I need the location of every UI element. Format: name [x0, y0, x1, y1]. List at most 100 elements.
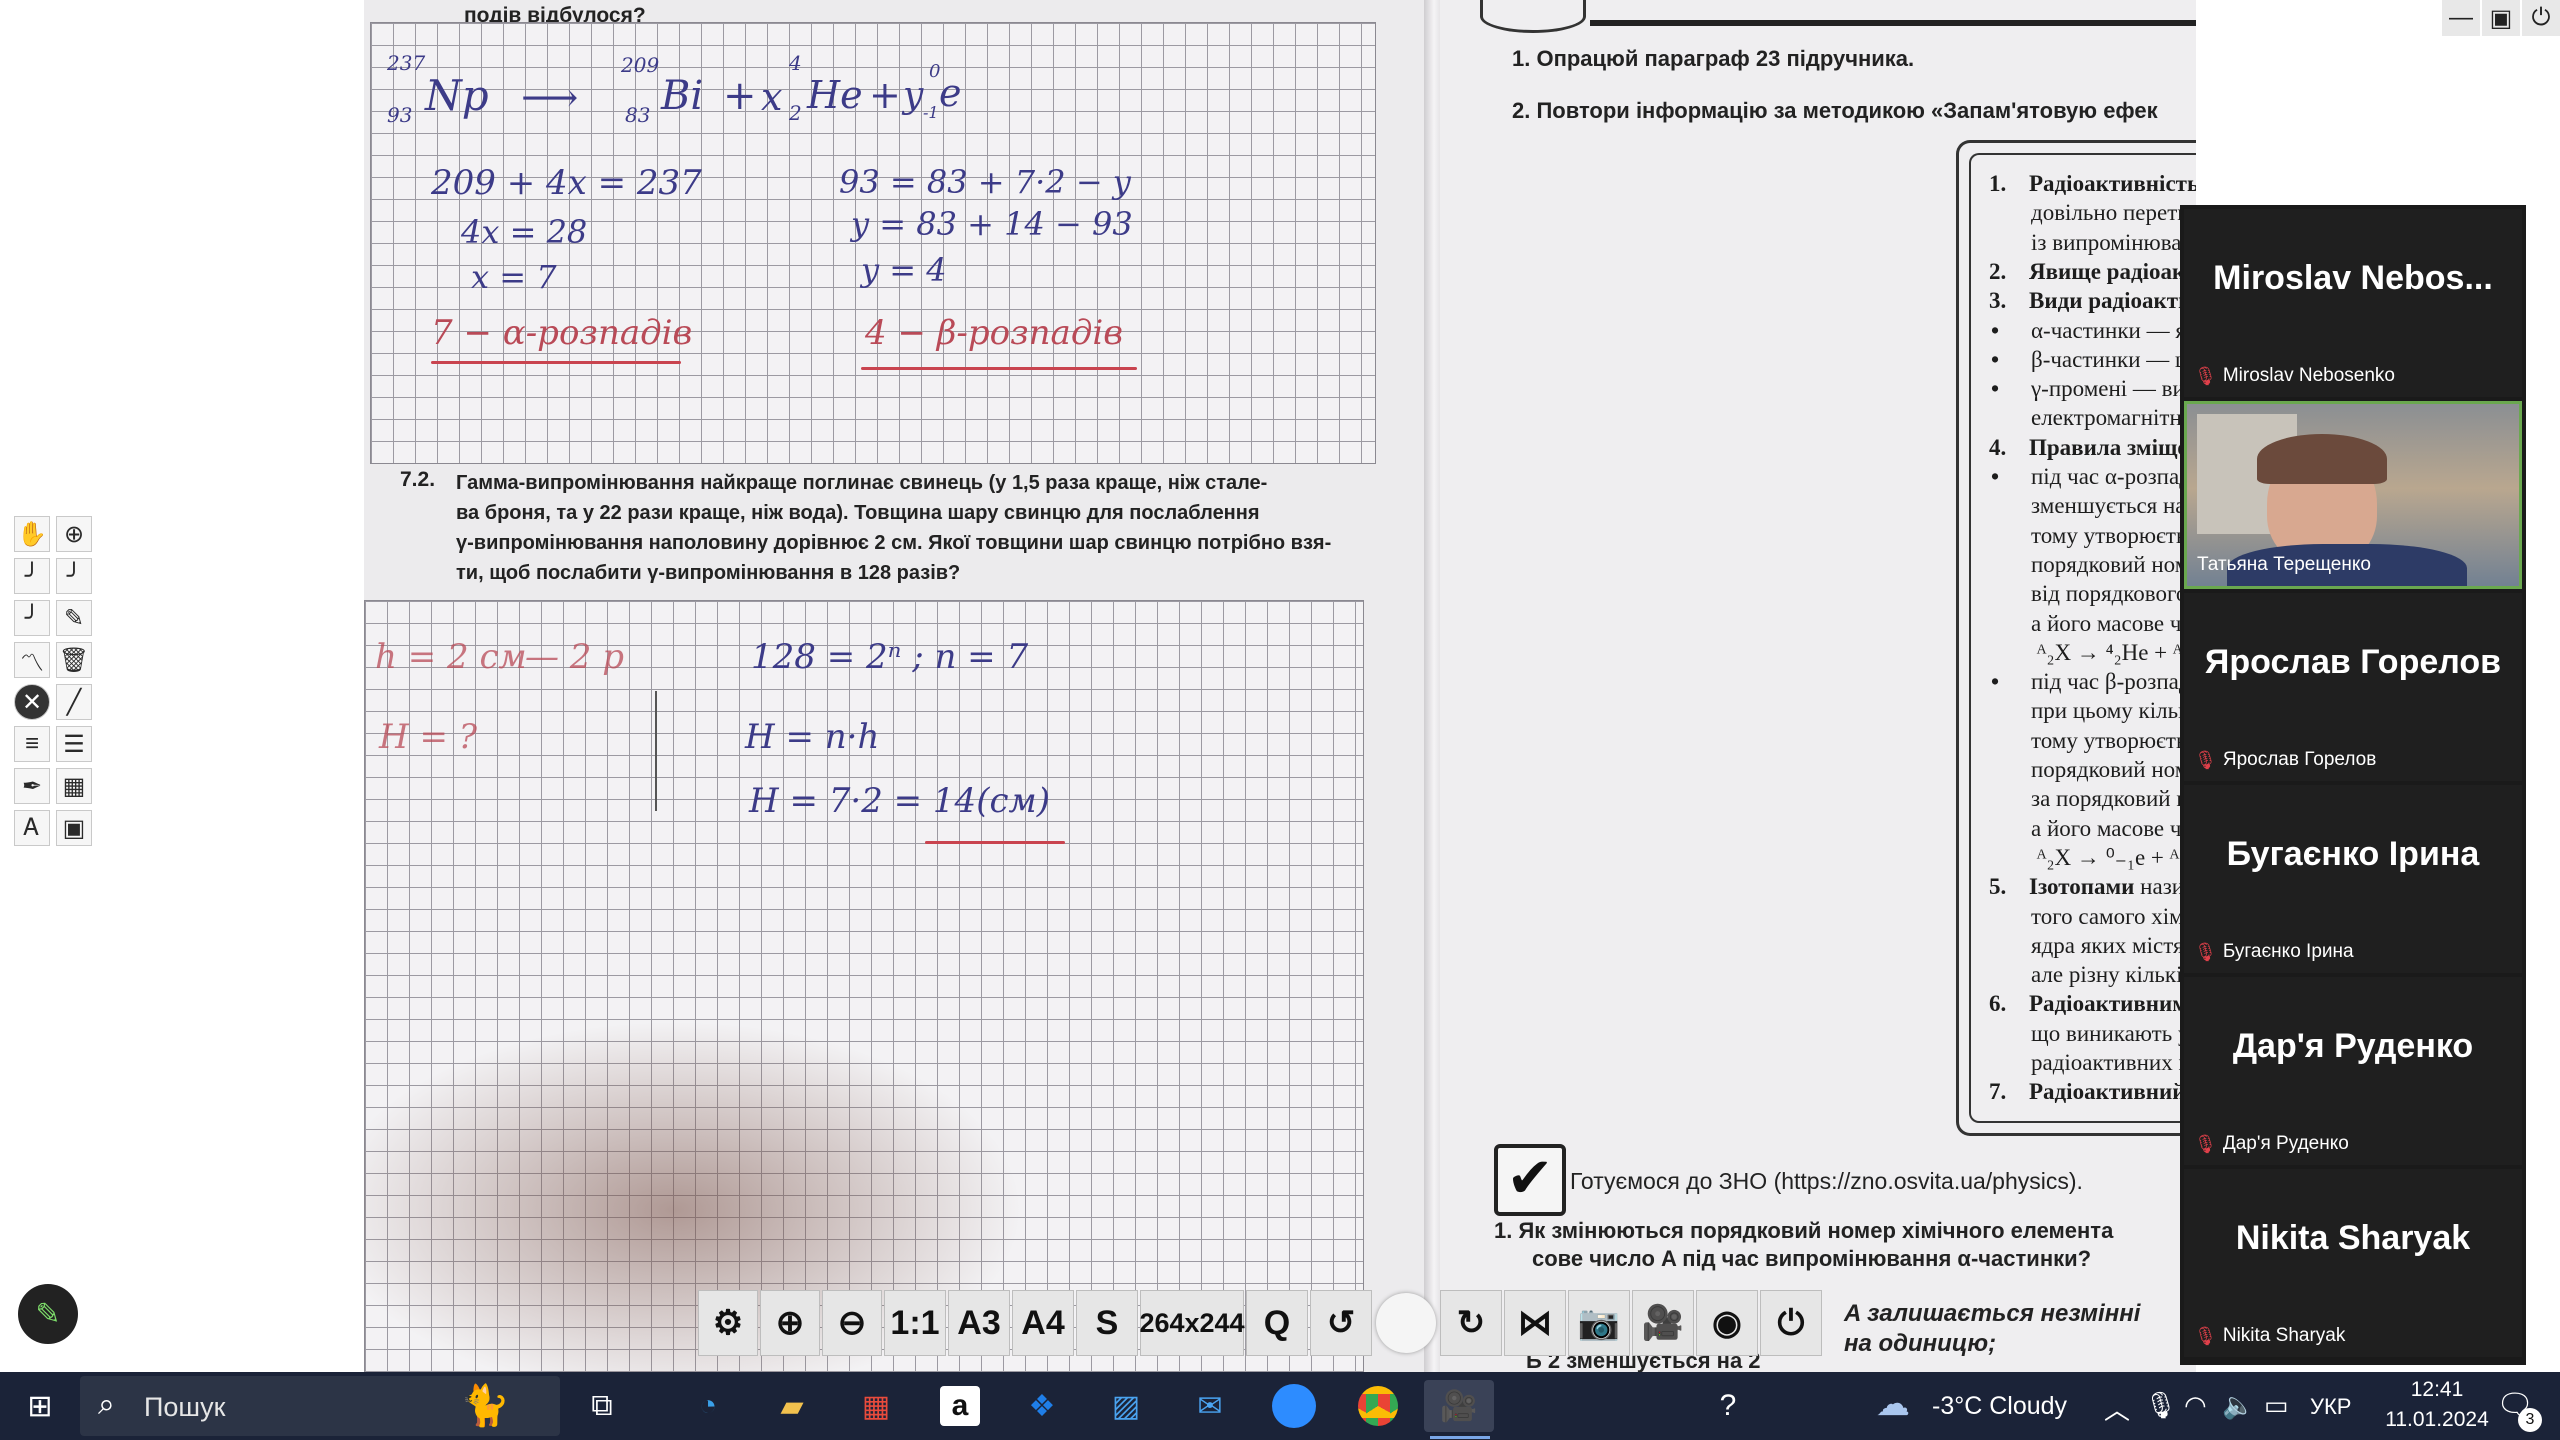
e-symbol: e	[939, 71, 962, 115]
wifi-icon[interactable]: ◠	[2184, 1390, 2207, 1421]
pen-thin-icon[interactable]: ╯	[14, 558, 50, 594]
line-weight-icon[interactable]: ≡	[14, 726, 50, 762]
header-rule	[1590, 20, 2196, 26]
problem-text: Гамма-випромінювання найкраще поглинає с…	[456, 468, 1416, 588]
settings-button[interactable]: ⚙	[698, 1290, 758, 1356]
camera-app-icon[interactable]: 🎥	[1424, 1380, 1494, 1432]
clock-date[interactable]: 11.01.2024	[2382, 1408, 2492, 1432]
rule-number: 3.	[1989, 288, 2007, 314]
video-hair	[2257, 434, 2387, 484]
rule-number: 1.	[1989, 171, 2007, 196]
help-icon[interactable]: ?	[1700, 1380, 1756, 1432]
video-button[interactable]: 🎥	[1632, 1290, 1694, 1356]
rotate-right-button[interactable]: ↻	[1440, 1290, 1502, 1356]
pen-medium-icon[interactable]: ╯	[56, 558, 92, 594]
notebook-page: подів відбулося? 237 93 Np ⟶ 209 83 Bi +…	[364, 0, 1428, 1372]
zoom-app-icon[interactable]	[1266, 1380, 1322, 1432]
rotate-left-button[interactable]: ↺	[1310, 1290, 1372, 1356]
rule-line: 7. Радіоактивний ряд закінчується стабіл	[1989, 1077, 2196, 1106]
battery-icon[interactable]: ▭	[2264, 1390, 2289, 1421]
tray-chevron-icon[interactable]: ︿	[2104, 1390, 2130, 1427]
clock-time[interactable]: 12:41	[2392, 1378, 2482, 1402]
notification-count: 3	[2518, 1408, 2542, 1432]
amazon-icon[interactable]: a	[940, 1386, 980, 1426]
a4-button[interactable]: A4	[1012, 1290, 1074, 1356]
edge-icon[interactable]: ◔	[680, 1380, 736, 1432]
circle-button[interactable]	[1374, 1290, 1438, 1356]
camera-button[interactable]: 📷	[1568, 1290, 1630, 1356]
store-icon[interactable]: ▦	[848, 1380, 904, 1432]
speaker-icon[interactable]: 🔈	[2222, 1390, 2254, 1421]
s-button-label: S	[1095, 1303, 1119, 1342]
pen-thick-icon[interactable]: ╯	[14, 600, 50, 636]
rule-line: зменшується на 4, а протонів — на 2,	[1991, 491, 2196, 520]
one-to-one-button[interactable]: 1:1	[884, 1290, 946, 1356]
power-button[interactable]: ⏻	[1760, 1290, 1822, 1356]
weather-text[interactable]: -3°C Cloudy	[1932, 1392, 2067, 1421]
brush-icon[interactable]: ✎	[56, 600, 92, 636]
solution-left-line-1: 209 + 4x = 237	[431, 163, 702, 203]
text-tool-icon[interactable]: Ꭺ	[14, 810, 50, 846]
rule-text: γ-промені — високочастотне (коротко	[2031, 376, 2196, 402]
task-view-icon[interactable]: ⧉	[574, 1380, 630, 1432]
participant-tile[interactable]: Бугаєнко Ірина 🎙 Бугаєнко Ірина	[2184, 785, 2522, 973]
rule-text: α-частинки — ядра атомів Гелію;	[2031, 317, 2196, 343]
search-box[interactable]: ⌕ Пошук 🐈	[80, 1376, 560, 1436]
a3-button[interactable]: A3	[948, 1290, 1010, 1356]
chrome-icon[interactable]	[1350, 1380, 1406, 1432]
zoom-out-button[interactable]: ⊖	[822, 1290, 882, 1356]
s-button[interactable]: S	[1076, 1290, 1138, 1356]
pattern-icon[interactable]: ▦	[56, 768, 92, 804]
participant-tile[interactable]: Татьяна Терещенко	[2184, 401, 2522, 589]
save-icon[interactable]: ▣	[56, 810, 92, 846]
capture-circle-icon	[1376, 1293, 1436, 1353]
bi-charge: 83	[625, 103, 651, 127]
rule-line: електромагнітне випромінювання.	[1991, 403, 2196, 432]
participant-tile[interactable]: Nikita Sharyak 🎙 Nikita Sharyak	[2184, 1169, 2522, 1357]
settings-button-label: ⚙	[712, 1304, 744, 1342]
marker-icon[interactable]: 〽	[14, 642, 50, 678]
participant-tile[interactable]: Ярослав Горелов 🎙 Ярослав Горелов	[2184, 593, 2522, 781]
rule-line: довільно перетворюватися на ядра інші	[1991, 198, 2196, 227]
mytp-app-icon[interactable]: ▨	[1098, 1380, 1154, 1432]
np-charge: 93	[387, 103, 413, 127]
dropbox-icon[interactable]: ❖	[1014, 1380, 1070, 1432]
eyedropper-icon[interactable]: ✒	[14, 768, 50, 804]
microphone-icon[interactable]: 🎙	[2144, 1390, 2177, 1421]
hand-tool-icon[interactable]: ✋	[14, 516, 50, 552]
q-button[interactable]: Q	[1246, 1290, 1308, 1356]
pen-toggle-icon[interactable]: ✎	[18, 1284, 78, 1344]
task-2: 2. Повтори інформацію за методикою «Запа…	[1512, 98, 2158, 123]
given-h: h = 2 см	[375, 637, 527, 677]
resolution-button[interactable]: 264x244	[1139, 1290, 1245, 1356]
bi-mass: 209	[621, 53, 660, 77]
mirror-button[interactable]: ⋈	[1504, 1290, 1566, 1356]
bi-symbol: Bi	[661, 73, 704, 119]
participant-tile[interactable]: Дар'я Руденко 🎙 Дар'я Руденко	[2184, 977, 2522, 1165]
webcam-button[interactable]: ◉	[1696, 1290, 1758, 1356]
one-to-one-button-label: 1:1	[890, 1303, 940, 1342]
line-style-icon[interactable]: ☰	[56, 726, 92, 762]
crosshair-tool-icon[interactable]: ⊕	[56, 516, 92, 552]
line-tool-icon[interactable]: ╱	[56, 684, 92, 720]
rule-line: • під час β-розпаду кількість нуклонів у	[1991, 667, 2196, 696]
rotate-right-button-label: ↻	[1456, 1304, 1486, 1342]
exit-icon[interactable]: ⏻	[2522, 0, 2560, 36]
rule-text: β-частинки — швидкі електрони;	[2031, 346, 2196, 372]
solution-right-line-2: y = 83 + 14 − 93	[851, 205, 1133, 243]
participant-tile[interactable]: Miroslav Nebos... 🎙 Miroslav Nebosenko	[2184, 209, 2522, 397]
a3-button-label: A3	[957, 1303, 1001, 1342]
file-explorer-icon[interactable]: ▰	[764, 1380, 820, 1432]
language-indicator[interactable]: УКР	[2310, 1394, 2351, 1420]
close-icon[interactable]: ✕	[14, 684, 50, 720]
fullscreen-icon[interactable]: ▣	[2482, 0, 2520, 36]
rule-bold-text: Радіоактивний ряд закінчується стабіл	[2029, 1079, 2196, 1105]
search-icon: ⌕	[98, 1388, 115, 1421]
minimize-icon[interactable]: —	[2442, 0, 2480, 36]
trash-icon[interactable]: 🗑	[56, 642, 92, 678]
rule-text: із випромінюванням частинок.	[2031, 229, 2196, 255]
zoom-in-button[interactable]: ⊕	[760, 1290, 820, 1356]
checkmark-icon: ✔	[1494, 1144, 1566, 1216]
mail-icon[interactable]: ✉	[1182, 1380, 1238, 1432]
windows-start-icon[interactable]: ⊞	[12, 1380, 68, 1432]
